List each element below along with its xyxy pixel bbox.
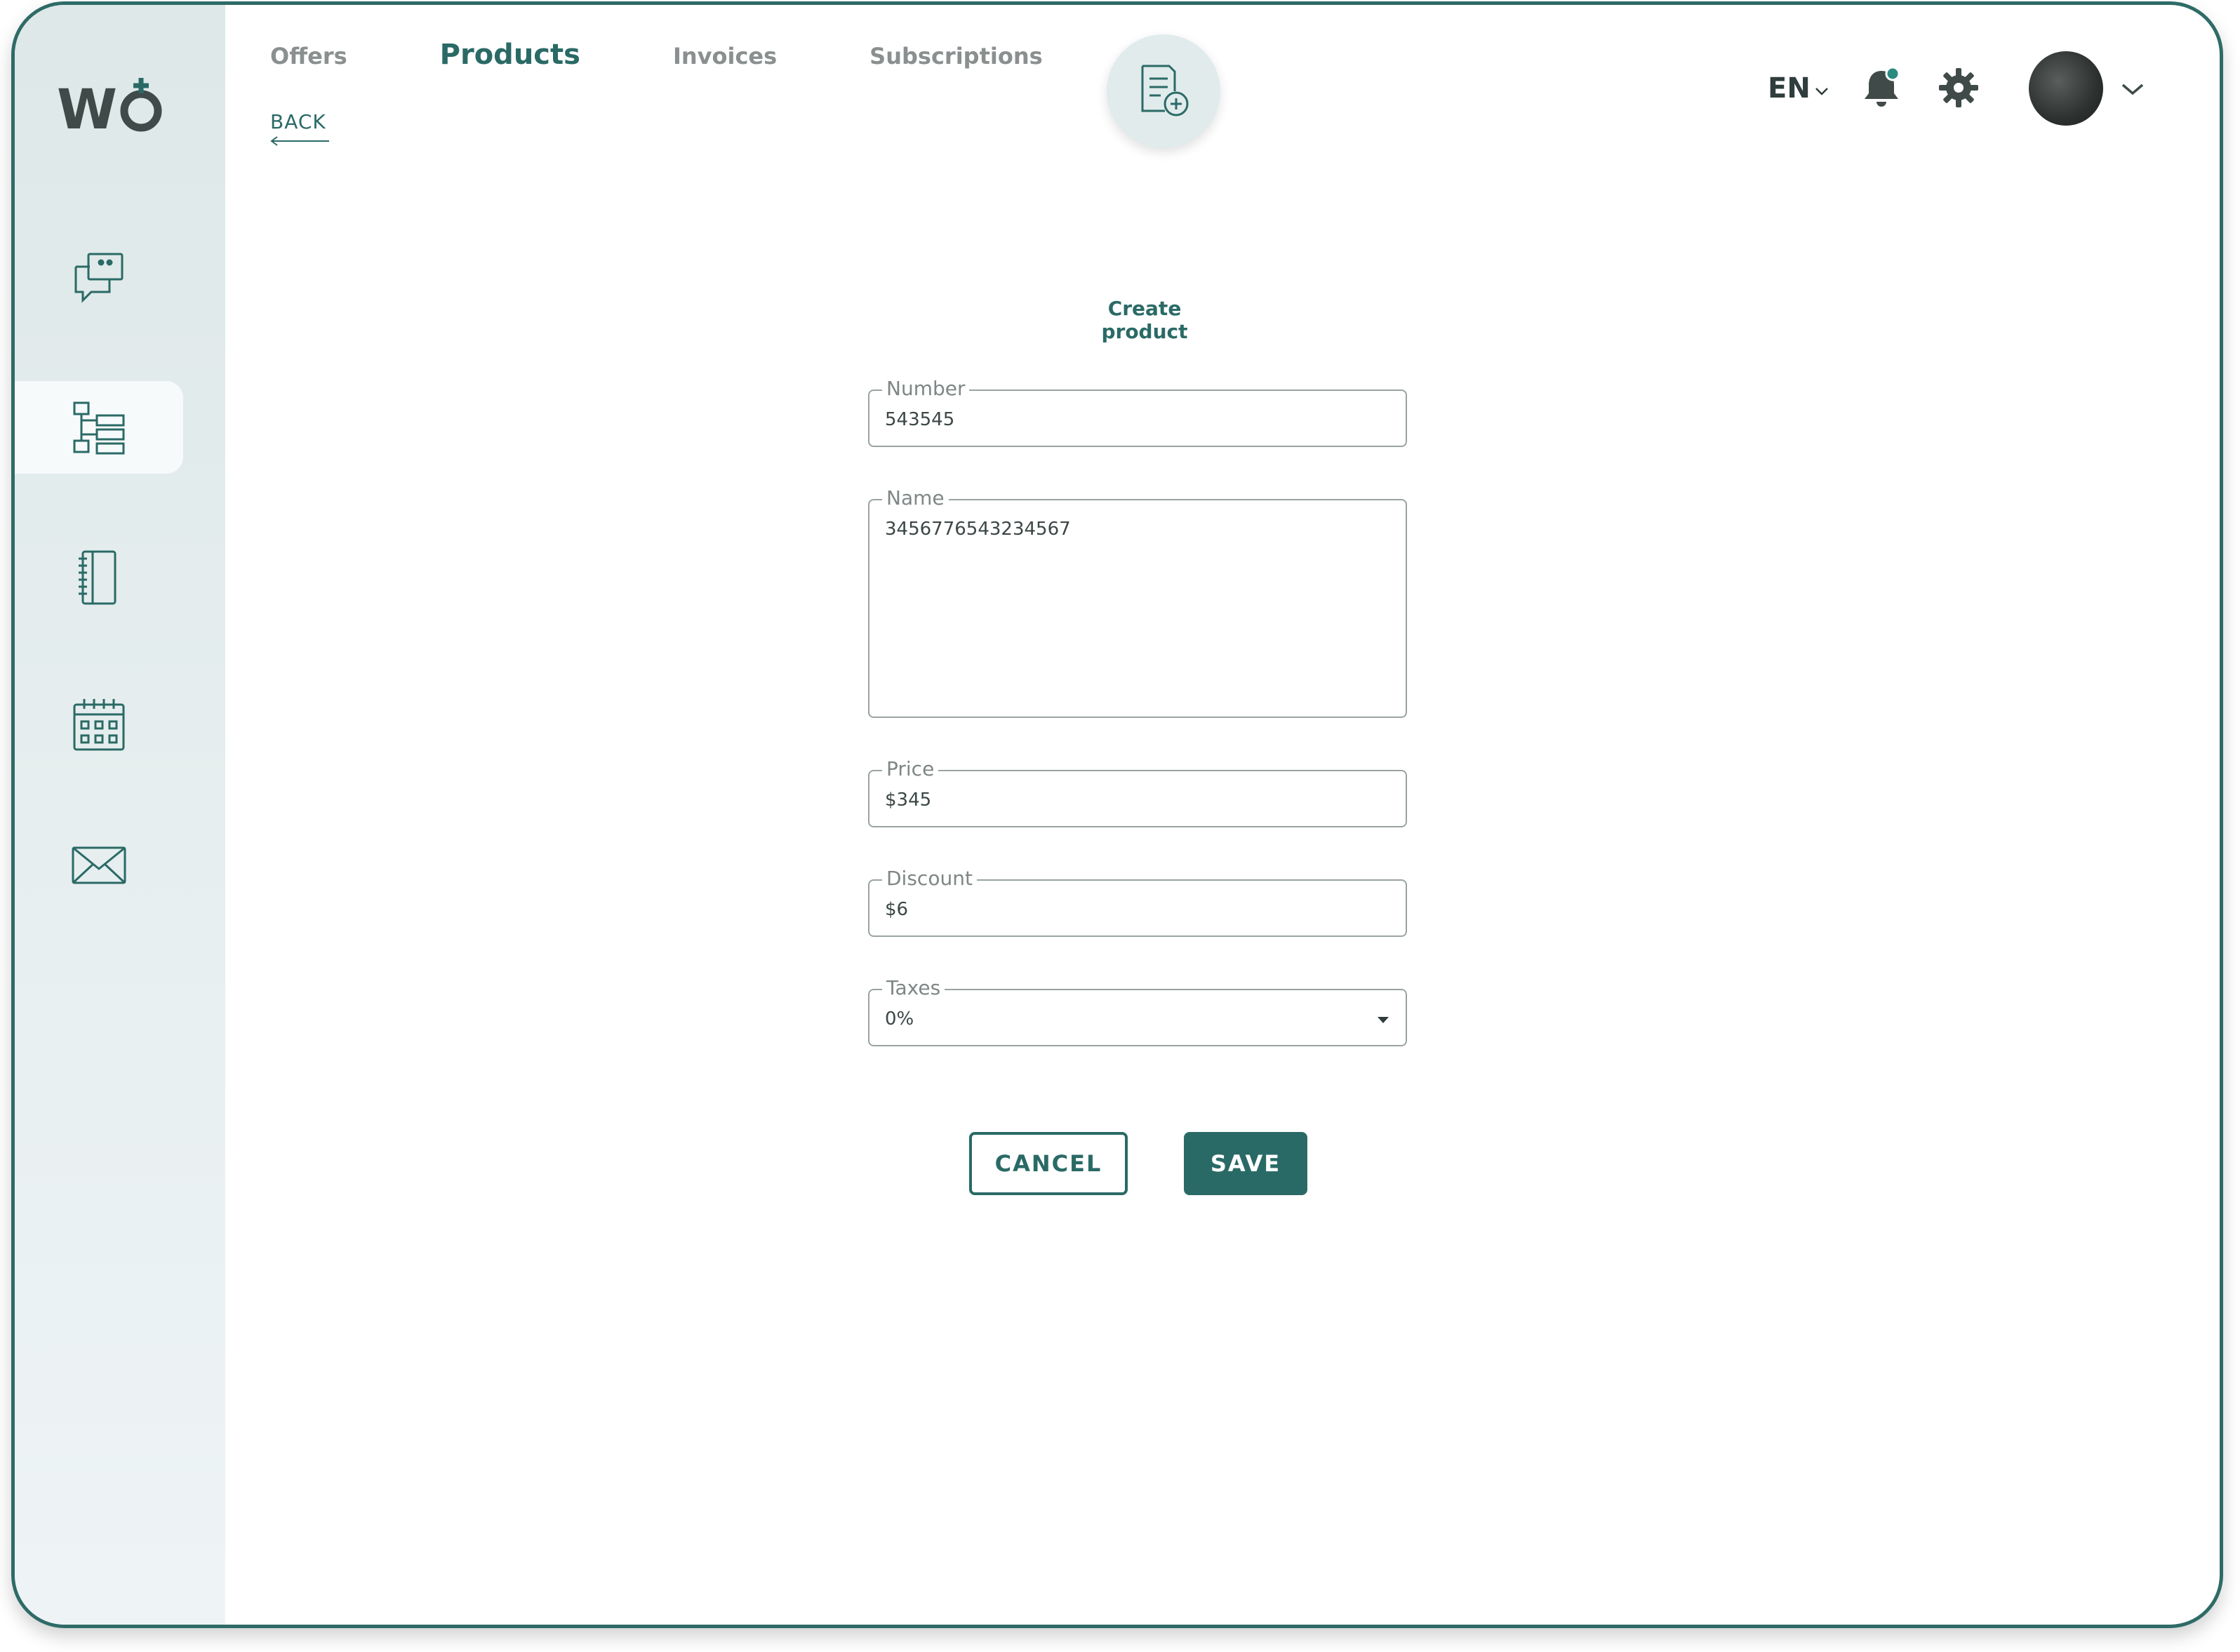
bell-icon[interactable] — [1860, 65, 1902, 110]
gear-icon[interactable] — [1938, 67, 1980, 109]
discount-field[interactable]: Discount $6 — [868, 867, 1407, 937]
tab-products[interactable]: Products — [440, 39, 580, 71]
name-label: Name — [882, 486, 949, 509]
name-field[interactable]: Name 3456776543234567 — [868, 486, 1407, 718]
name-value: 3456776543234567 — [885, 519, 1071, 540]
taxes-label: Taxes — [882, 976, 945, 999]
sidebar-item-calendar[interactable] — [15, 679, 183, 771]
price-field[interactable]: Price $345 — [868, 757, 1407, 827]
svg-text:W: W — [57, 79, 117, 135]
taxes-value: 0% — [885, 1008, 914, 1030]
chevron-down-icon[interactable] — [2120, 81, 2145, 98]
number-field[interactable]: Number 543545 — [868, 377, 1407, 447]
notebook-icon — [79, 550, 116, 605]
number-value: 543545 — [885, 409, 955, 430]
save-button[interactable]: SAVE — [1184, 1132, 1307, 1195]
app-window: W Offers Products Invoices Subscriptions… — [11, 1, 2223, 1628]
sidebar: W — [15, 5, 225, 1625]
form-title: Create product — [1101, 297, 1188, 343]
language-label: EN — [1768, 72, 1811, 105]
taxes-select[interactable]: Taxes 0% — [868, 976, 1407, 1046]
sidebar-item-products[interactable] — [15, 381, 183, 474]
chevron-down-icon — [1815, 88, 1828, 95]
language-selector[interactable]: EN — [1768, 72, 1829, 105]
mail-icon — [72, 846, 126, 884]
discount-value: $6 — [885, 899, 909, 920]
chat-icon — [74, 253, 124, 303]
sidebar-item-notebook[interactable] — [15, 531, 183, 624]
back-arrow-icon[interactable] — [270, 135, 331, 147]
tab-subscriptions[interactable]: Subscriptions — [869, 43, 1042, 69]
calendar-icon — [73, 699, 125, 751]
number-label: Number — [882, 377, 970, 400]
price-value: $345 — [885, 790, 932, 811]
cancel-button[interactable]: CANCEL — [969, 1132, 1128, 1195]
sidebar-item-chat[interactable] — [15, 232, 183, 325]
caret-down-icon — [1378, 1017, 1389, 1023]
price-label: Price — [882, 757, 939, 780]
top-tabs: Offers Products Invoices Subscriptions — [270, 39, 1135, 71]
discount-label: Discount — [882, 867, 977, 890]
tab-offers[interactable]: Offers — [270, 43, 347, 69]
sidebar-item-mail[interactable] — [15, 819, 183, 912]
back-link[interactable]: BACK — [270, 110, 326, 133]
document-add-icon — [1141, 65, 1189, 116]
hierarchy-icon — [73, 401, 125, 455]
avatar[interactable] — [2029, 51, 2103, 126]
wo-logo: W — [57, 78, 162, 135]
create-document-button[interactable] — [1107, 34, 1220, 148]
tab-invoices[interactable]: Invoices — [673, 43, 777, 69]
